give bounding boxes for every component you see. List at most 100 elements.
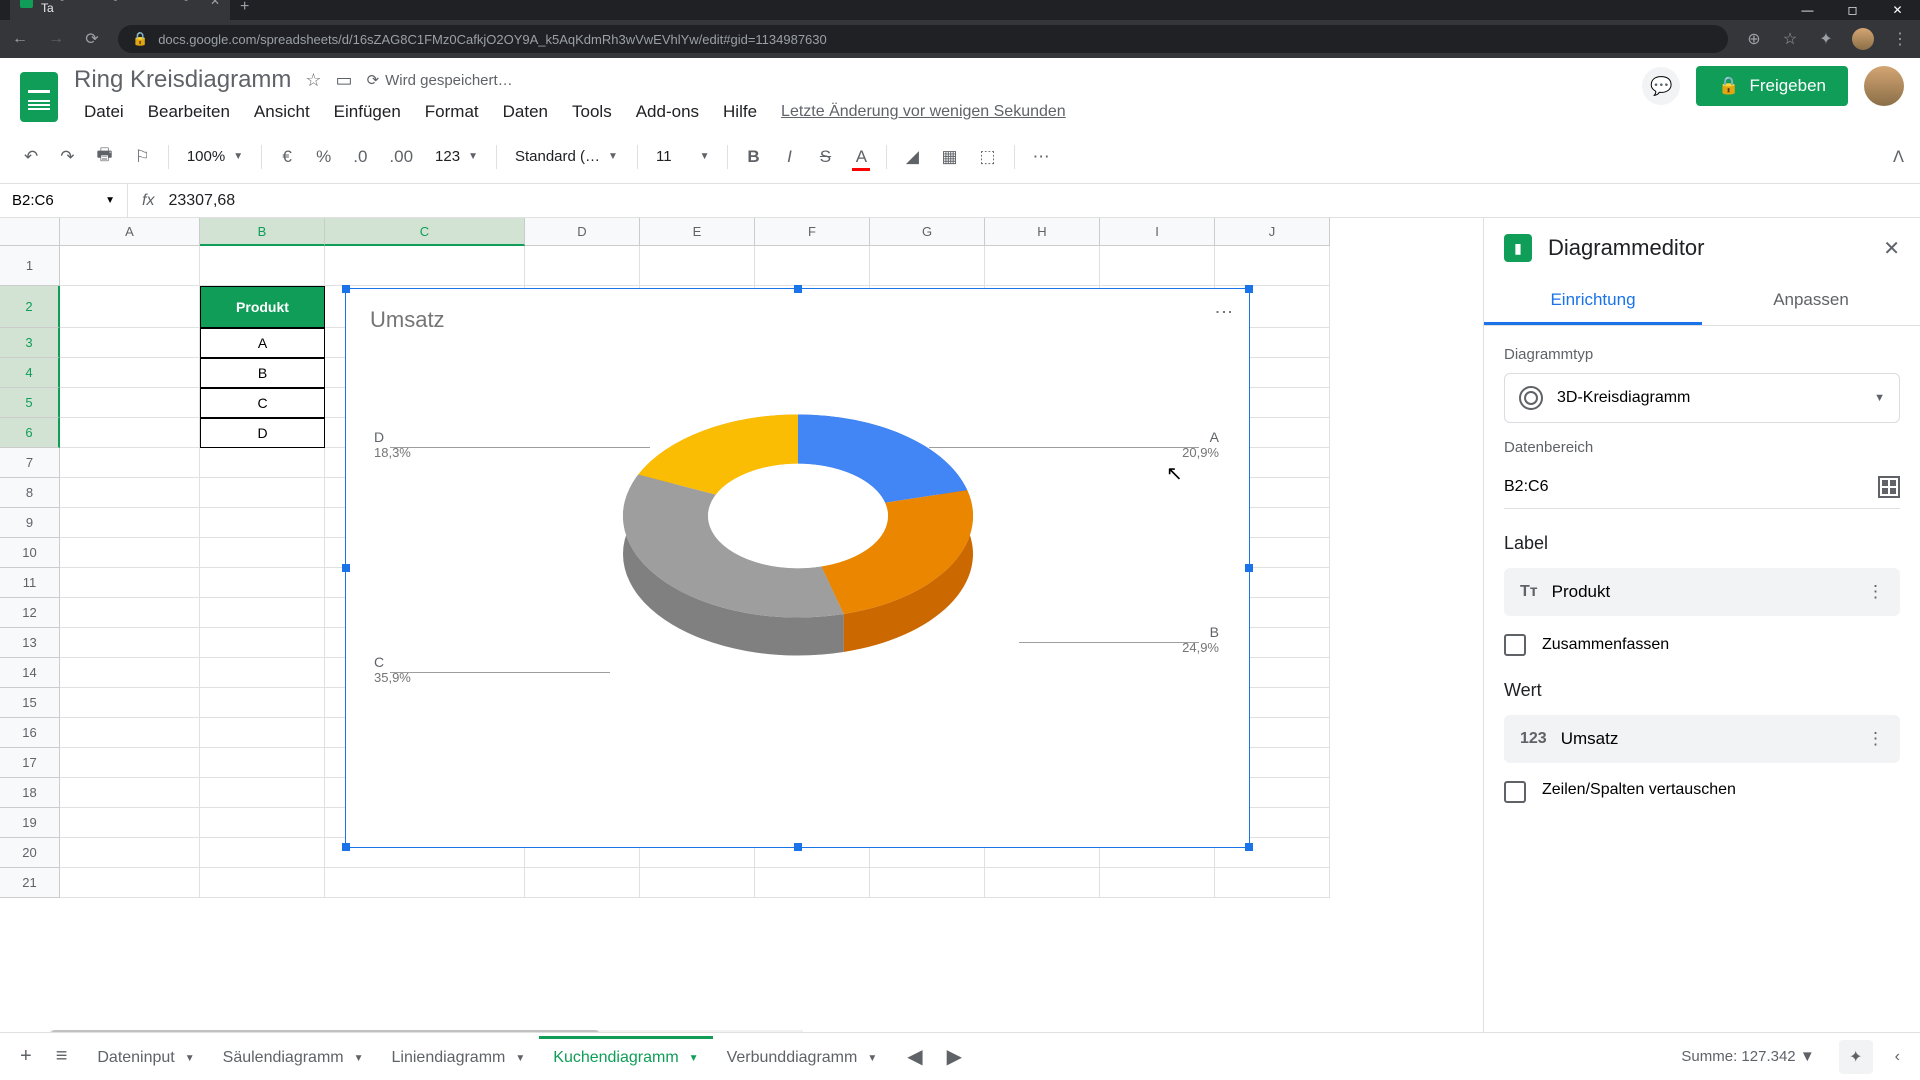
cell[interactable] bbox=[200, 628, 325, 658]
cell[interactable] bbox=[60, 688, 200, 718]
add-sheet-button[interactable]: + bbox=[12, 1037, 40, 1076]
cell[interactable] bbox=[200, 568, 325, 598]
cell[interactable] bbox=[60, 568, 200, 598]
resize-handle[interactable] bbox=[794, 285, 802, 293]
strikethrough-button[interactable]: S bbox=[810, 141, 840, 173]
column-header[interactable]: J bbox=[1215, 218, 1330, 246]
all-sheets-button[interactable]: ≡ bbox=[48, 1037, 76, 1076]
merge-button[interactable]: ⬚ bbox=[972, 141, 1004, 173]
move-icon[interactable]: ▭ bbox=[336, 70, 353, 91]
resize-handle[interactable] bbox=[342, 285, 350, 293]
profile-icon[interactable] bbox=[1852, 28, 1874, 50]
text-color-button[interactable]: A bbox=[846, 141, 876, 173]
formula-input[interactable]: 23307,68 bbox=[168, 192, 235, 210]
cell[interactable] bbox=[60, 418, 200, 448]
menu-format[interactable]: Format bbox=[415, 100, 489, 124]
cell[interactable] bbox=[60, 508, 200, 538]
row-header[interactable]: 17 bbox=[0, 748, 60, 778]
row-header[interactable]: 6 bbox=[0, 418, 60, 448]
embedded-chart[interactable]: ⋮ Umsatz A20,9% B24,9% C35,9% D18,3% bbox=[345, 288, 1250, 848]
cell[interactable] bbox=[755, 868, 870, 898]
cell[interactable] bbox=[525, 246, 640, 286]
bold-button[interactable]: B bbox=[738, 141, 768, 173]
increase-decimal-button[interactable]: .00 bbox=[381, 141, 421, 173]
menu-view[interactable]: Ansicht bbox=[244, 100, 320, 124]
percent-button[interactable]: % bbox=[308, 141, 339, 173]
name-box[interactable]: B2:C6 ▼ bbox=[0, 184, 128, 217]
sheets-logo-icon[interactable] bbox=[16, 66, 62, 128]
cell[interactable] bbox=[1215, 246, 1330, 286]
cell[interactable] bbox=[60, 628, 200, 658]
sheet-tab[interactable]: Liniendiagramm▼ bbox=[378, 1036, 540, 1077]
cell[interactable] bbox=[60, 838, 200, 868]
cell[interactable] bbox=[200, 658, 325, 688]
document-title[interactable]: Ring Kreisdiagramm bbox=[74, 66, 291, 94]
row-header[interactable]: 11 bbox=[0, 568, 60, 598]
account-avatar[interactable] bbox=[1864, 66, 1904, 106]
bookmark-icon[interactable]: ☆ bbox=[1780, 29, 1800, 49]
resize-handle[interactable] bbox=[794, 843, 802, 851]
cell[interactable] bbox=[200, 688, 325, 718]
row-header[interactable]: 15 bbox=[0, 688, 60, 718]
cell[interactable]: A bbox=[200, 328, 325, 358]
row-header[interactable]: 14 bbox=[0, 658, 60, 688]
browser-tab[interactable]: Ring Kreisdiagramm - Google Ta ✕ bbox=[10, 0, 230, 20]
cell[interactable]: Produkt bbox=[200, 286, 325, 328]
minimize-window[interactable]: — bbox=[1785, 0, 1830, 20]
cell[interactable]: D bbox=[200, 418, 325, 448]
collapse-toolbar-icon[interactable]: ᐱ bbox=[1893, 147, 1904, 167]
spreadsheet-grid[interactable]: ABCDEFGHIJ 12345678910111213141516171819… bbox=[0, 218, 1483, 1032]
column-header[interactable]: B bbox=[200, 218, 325, 246]
fill-color-button[interactable]: ◢ bbox=[897, 141, 927, 173]
cell[interactable] bbox=[200, 246, 325, 286]
column-header[interactable]: A bbox=[60, 218, 200, 246]
menu-data[interactable]: Daten bbox=[493, 100, 558, 124]
cell[interactable] bbox=[200, 598, 325, 628]
decrease-decimal-button[interactable]: .0 bbox=[345, 141, 375, 173]
resize-handle[interactable] bbox=[1245, 564, 1253, 572]
more-toolbar-button[interactable]: ⋯ bbox=[1025, 141, 1058, 173]
chart-menu-icon[interactable]: ⋮ bbox=[1213, 303, 1235, 317]
cell[interactable] bbox=[60, 246, 200, 286]
cell[interactable] bbox=[60, 538, 200, 568]
back-icon[interactable]: ← bbox=[10, 30, 30, 48]
tab-customize[interactable]: Anpassen bbox=[1702, 278, 1920, 325]
cell[interactable] bbox=[60, 868, 200, 898]
cell[interactable] bbox=[200, 538, 325, 568]
cell[interactable] bbox=[985, 246, 1100, 286]
extensions-icon[interactable]: ✦ bbox=[1816, 29, 1836, 49]
tab-setup[interactable]: Einrichtung bbox=[1484, 278, 1702, 325]
menu-help[interactable]: Hilfe bbox=[713, 100, 767, 124]
font-size-select[interactable]: 11▼ bbox=[648, 144, 717, 169]
value-chip[interactable]: 123 Umsatz ⋮ bbox=[1504, 715, 1900, 763]
cell[interactable]: B bbox=[200, 358, 325, 388]
chart-type-select[interactable]: 3D-Kreisdiagramm ▼ bbox=[1504, 373, 1900, 423]
column-header[interactable]: C bbox=[325, 218, 525, 246]
cell[interactable] bbox=[60, 748, 200, 778]
column-header[interactable]: G bbox=[870, 218, 985, 246]
checkbox[interactable] bbox=[1504, 781, 1526, 803]
row-header[interactable]: 5 bbox=[0, 388, 60, 418]
cell[interactable] bbox=[640, 246, 755, 286]
cell[interactable] bbox=[640, 868, 755, 898]
menu-file[interactable]: Datei bbox=[74, 100, 134, 124]
cell[interactable] bbox=[870, 246, 985, 286]
column-header[interactable]: F bbox=[755, 218, 870, 246]
switch-checkbox-row[interactable]: Zeilen/Spalten vertauschen bbox=[1504, 781, 1900, 803]
sheet-tab[interactable]: Kuchendiagramm▼ bbox=[539, 1036, 712, 1077]
cell[interactable] bbox=[985, 868, 1100, 898]
resize-handle[interactable] bbox=[342, 564, 350, 572]
sheet-tab[interactable]: Dateninput▼ bbox=[83, 1036, 208, 1077]
cell[interactable] bbox=[60, 448, 200, 478]
cell[interactable] bbox=[200, 748, 325, 778]
cell[interactable]: C bbox=[200, 388, 325, 418]
address-bar[interactable]: 🔒 docs.google.com/spreadsheets/d/16sZAG8… bbox=[118, 25, 1728, 53]
resize-handle[interactable] bbox=[1245, 843, 1253, 851]
row-header[interactable]: 3 bbox=[0, 328, 60, 358]
share-button[interactable]: 🔒 Freigeben bbox=[1696, 66, 1848, 106]
print-button[interactable]: 🖶 bbox=[89, 136, 121, 177]
row-header[interactable]: 8 bbox=[0, 478, 60, 508]
cell[interactable] bbox=[200, 808, 325, 838]
cell[interactable] bbox=[200, 718, 325, 748]
column-header[interactable]: I bbox=[1100, 218, 1215, 246]
